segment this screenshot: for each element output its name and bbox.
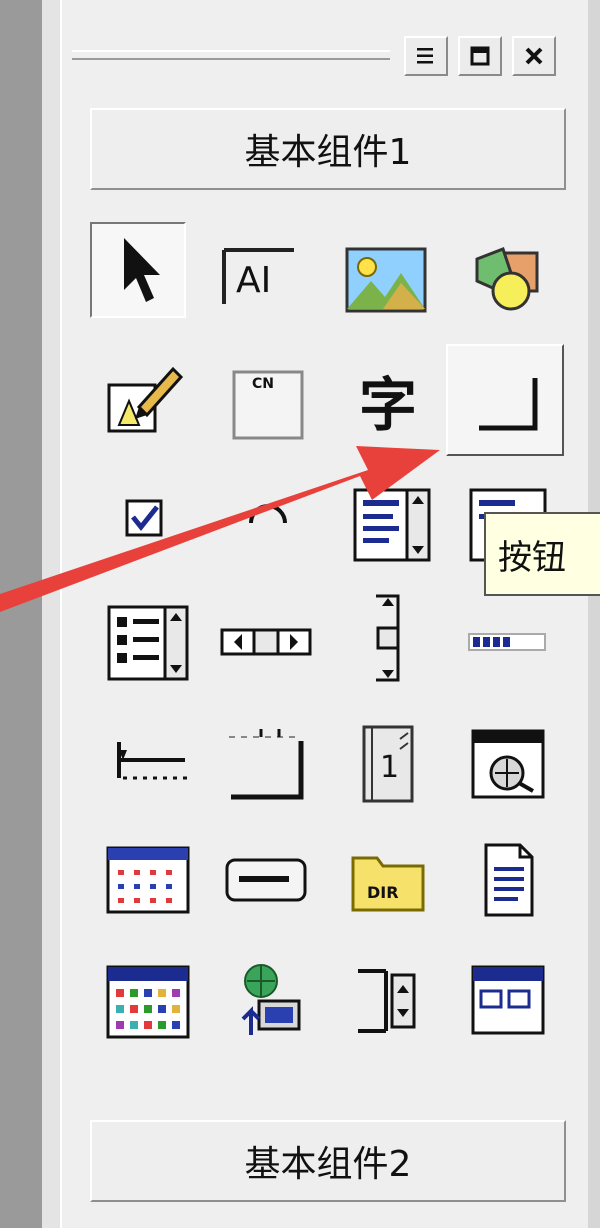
radio-tool[interactable] <box>220 470 316 566</box>
spin-tool-icon <box>348 955 428 1045</box>
cn-box-tool[interactable]: CN <box>220 356 316 452</box>
color-picker-tool-icon <box>102 957 194 1043</box>
restore-button[interactable] <box>458 36 502 76</box>
hscrollbar-tool[interactable] <box>218 594 314 690</box>
option-list-tool[interactable] <box>100 594 196 690</box>
picture-tool-icon <box>343 243 429 317</box>
vscrollbar-tool[interactable] <box>340 590 436 686</box>
shapes-tool[interactable] <box>460 232 556 328</box>
tab-control-tool-icon <box>221 719 311 809</box>
color-picker-tool[interactable] <box>100 952 196 1048</box>
pointer-tool-icon <box>108 230 168 310</box>
text-char-tool-icon: 字 <box>358 371 417 439</box>
group-1-button[interactable]: 基本组件1 <box>90 108 566 190</box>
svg-text:1: 1 <box>380 750 399 785</box>
group-2-button[interactable]: 基本组件2 <box>90 1120 566 1202</box>
svg-text:CN: CN <box>252 376 274 392</box>
slider-tool[interactable] <box>100 712 196 808</box>
picture-tool[interactable] <box>338 232 434 328</box>
svg-text:AI: AI <box>236 260 271 301</box>
left-dock-edge <box>0 0 42 1228</box>
shapes-tool-icon <box>467 239 549 321</box>
slider-tool-icon <box>103 720 193 800</box>
menu-lines-icon <box>415 45 437 67</box>
text-char-tool[interactable]: 字 <box>340 352 436 448</box>
close-icon <box>523 45 545 67</box>
grid-table-tool-icon <box>102 840 194 920</box>
status-bar-tool[interactable] <box>218 832 314 928</box>
checkbox-tool-icon <box>109 483 179 553</box>
web-browser-tool[interactable] <box>460 716 556 812</box>
checkbox-tool[interactable] <box>96 470 192 566</box>
toolbox-titlebar[interactable] <box>72 30 592 90</box>
close-button[interactable] <box>512 36 556 76</box>
status-bar-tool-icon <box>221 850 311 910</box>
grid-table-tool[interactable] <box>100 832 196 928</box>
file-box-tool-icon <box>468 837 548 923</box>
network-tool[interactable] <box>218 952 314 1048</box>
tab-control-tool[interactable] <box>218 716 314 812</box>
media-clip-tool[interactable]: 1 <box>340 716 436 812</box>
dir-box-tool-icon: DIR <box>345 840 431 920</box>
menu-button[interactable] <box>404 36 448 76</box>
spin-tool[interactable] <box>340 952 436 1048</box>
button-tool[interactable] <box>446 344 564 456</box>
tooltip: 按钮 <box>484 512 600 596</box>
file-box-tool[interactable] <box>460 832 556 928</box>
svg-text:DIR: DIR <box>367 883 399 902</box>
pointer-tool[interactable] <box>90 222 186 318</box>
restore-icon <box>469 45 491 67</box>
network-tool-icon <box>221 955 311 1045</box>
radio-tool-icon <box>233 483 303 553</box>
label-tool[interactable]: AI <box>212 226 308 322</box>
progressbar-tool-icon <box>463 622 553 662</box>
left-dock-strip <box>42 0 60 1228</box>
web-browser-tool-icon <box>465 721 551 807</box>
option-list-tool-icon <box>103 599 193 685</box>
progressbar-tool[interactable] <box>460 594 556 690</box>
listbox-tool[interactable] <box>344 476 440 572</box>
window-tool[interactable] <box>460 952 556 1048</box>
cn-box-tool-icon: CN <box>226 362 310 446</box>
hscrollbar-tool-icon <box>218 612 314 672</box>
right-edge <box>588 0 600 1228</box>
edit-box-tool-icon <box>99 355 189 445</box>
button-tool-icon <box>459 358 551 442</box>
vscrollbar-tool-icon <box>358 590 418 686</box>
dir-box-tool[interactable]: DIR <box>340 832 436 928</box>
edit-box-tool[interactable] <box>96 352 192 448</box>
listbox-tool-icon <box>349 482 435 566</box>
media-clip-tool-icon: 1 <box>348 719 428 809</box>
drag-grip[interactable] <box>72 50 390 60</box>
label-tool-icon: AI <box>216 234 304 314</box>
window-tool-icon <box>465 957 551 1043</box>
